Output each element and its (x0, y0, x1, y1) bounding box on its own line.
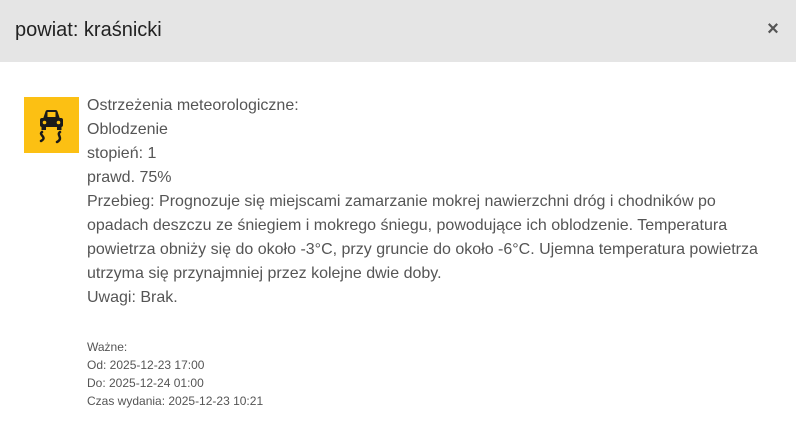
dialog-header: powiat: kraśnicki × (0, 0, 796, 62)
valid-to: Do: 2025-12-24 01:00 (87, 376, 204, 390)
warning-name: Oblodzenie (87, 121, 168, 138)
validity-info: Ważne: Od: 2025-12-23 17:00 Do: 2025-12-… (87, 338, 263, 410)
close-button[interactable]: × (760, 16, 786, 42)
warning-remarks: Uwagi: Brak. (87, 289, 178, 306)
valid-from: Od: 2025-12-23 17:00 (87, 358, 205, 372)
warning-dialog: powiat: kraśnicki × Ostrzeżenia meteorol… (0, 0, 796, 432)
warning-level: stopień: 1 (87, 145, 157, 162)
warning-course: Przebieg: Prognozuje się miejscami zamar… (87, 193, 758, 282)
dialog-title: powiat: kraśnicki (15, 19, 162, 41)
warning-heading: Ostrzeżenia meteorologiczne: (87, 97, 299, 114)
slippery-road-icon (24, 97, 79, 153)
close-icon: × (767, 18, 779, 40)
validity-label: Ważne: (87, 340, 128, 354)
warning-details: Ostrzeżenia meteorologiczne: Oblodzenie … (87, 94, 777, 310)
warning-probability: prawd. 75% (87, 169, 172, 186)
issue-time: Czas wydania: 2025-12-23 10:21 (87, 394, 264, 408)
